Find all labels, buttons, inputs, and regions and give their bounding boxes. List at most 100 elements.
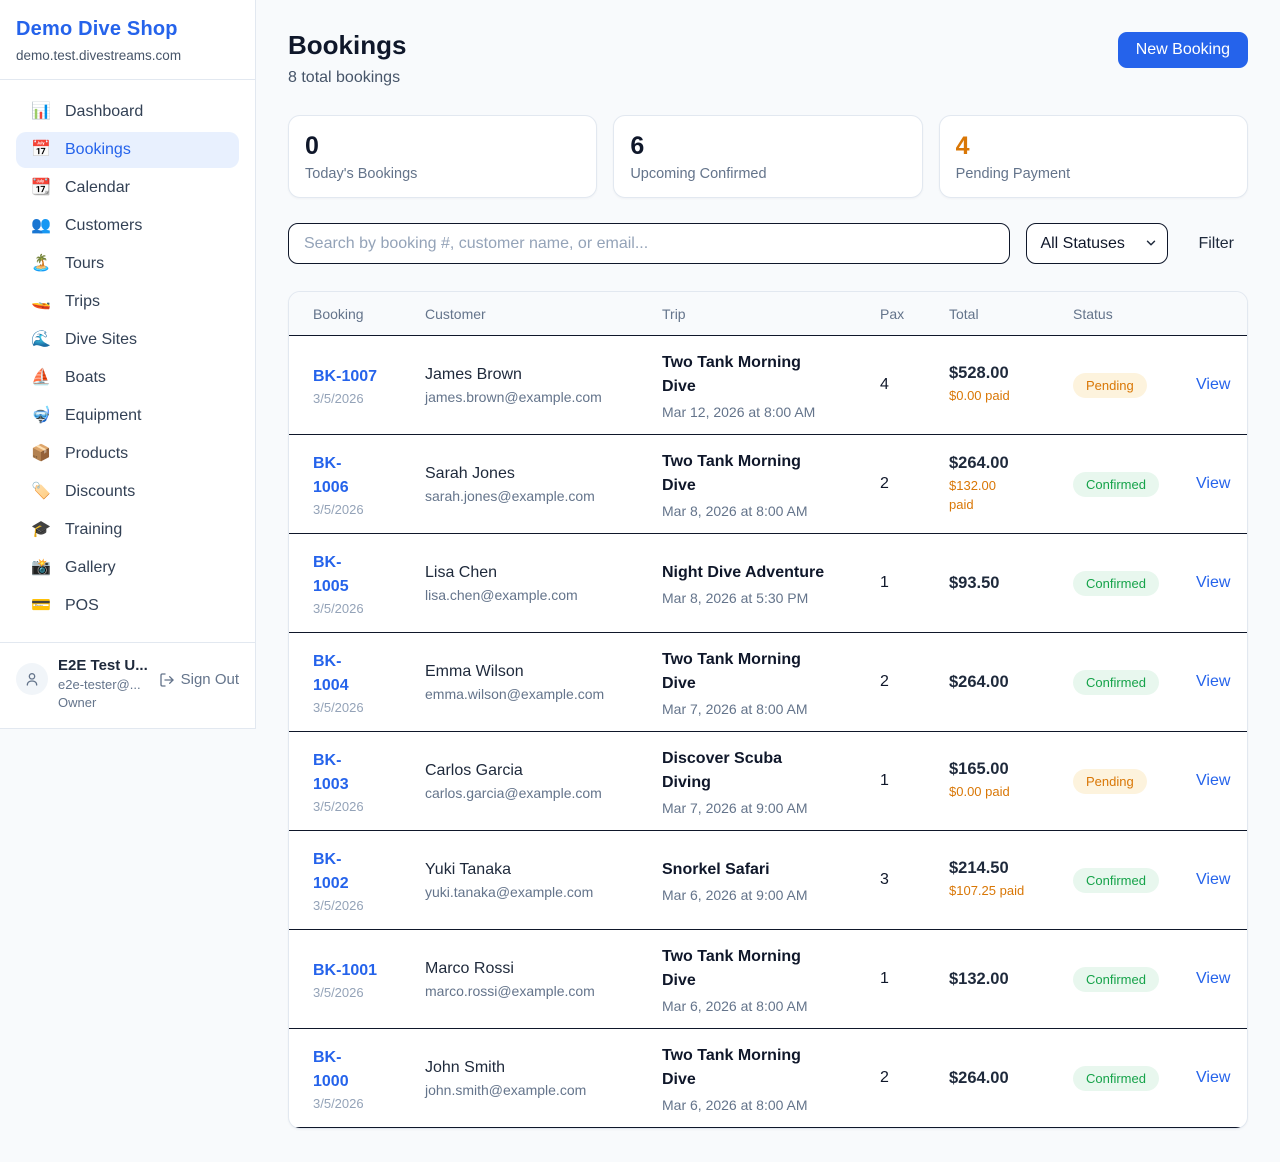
- trip-cell: Night Dive Adventure Mar 8, 2026 at 5:30…: [662, 561, 880, 606]
- people-icon: 👥: [30, 218, 52, 234]
- total-amount: $132.00: [949, 970, 1061, 989]
- view-link[interactable]: View: [1196, 475, 1230, 493]
- sidebar-item-label: Boats: [65, 369, 106, 387]
- view-link[interactable]: View: [1196, 574, 1230, 592]
- trip-datetime: Mar 8, 2026 at 5:30 PM: [662, 590, 868, 606]
- sidebar-nav: 📊 Dashboard 📅 Bookings 📆 Calendar 👥 Cust…: [0, 80, 255, 636]
- booking-id-link[interactable]: BK- 1006: [313, 452, 349, 500]
- trip-cell: Snorkel Safari Mar 6, 2026 at 9:00 AM: [662, 858, 880, 903]
- sidebar-item-tours[interactable]: 🏝️ Tours: [16, 246, 239, 282]
- view-link[interactable]: View: [1196, 871, 1230, 889]
- table-row: BK-1007 3/5/2026 James Brown james.brown…: [289, 336, 1247, 435]
- trip-cell: Two Tank Morning Dive Mar 7, 2026 at 8:0…: [662, 648, 880, 717]
- booking-id-link[interactable]: BK- 1000: [313, 1046, 349, 1094]
- sidebar-item-dive-sites[interactable]: 🌊 Dive Sites: [16, 322, 239, 358]
- sidebar-item-label: Tours: [65, 255, 104, 273]
- sidebar-item-equipment[interactable]: 🤿 Equipment: [16, 398, 239, 434]
- total-cell: $264.00 $132.00 paid: [949, 454, 1073, 515]
- sidebar-item-products[interactable]: 📦 Products: [16, 436, 239, 472]
- sidebar-item-dashboard[interactable]: 📊 Dashboard: [16, 94, 239, 130]
- customer-cell: Yuki Tanaka yuki.tanaka@example.com: [425, 861, 662, 900]
- trip-name: Snorkel Safari: [662, 858, 868, 882]
- booking-id-link[interactable]: BK- 1003: [313, 749, 349, 797]
- credit-card-icon: 💳: [30, 598, 52, 614]
- total-amount: $528.00: [949, 364, 1061, 383]
- trip-name: Two Tank Morning Dive: [662, 1044, 868, 1092]
- sidebar-item-pos[interactable]: 💳 POS: [16, 588, 239, 624]
- total-cell: $132.00: [949, 970, 1073, 989]
- speedboat-icon: 🚤: [30, 294, 52, 310]
- view-link[interactable]: View: [1196, 673, 1230, 691]
- booking-id-link[interactable]: BK- 1005: [313, 551, 349, 599]
- page-header: Bookings 8 total bookings New Booking: [288, 30, 1248, 87]
- paid-amount: $0.00 paid: [949, 783, 1061, 802]
- island-icon: 🏝️: [30, 256, 52, 272]
- package-icon: 📦: [30, 446, 52, 462]
- status-badge: Pending: [1073, 769, 1147, 794]
- sidebar-item-label: Discounts: [65, 483, 135, 501]
- bookings-table: Booking Customer Trip Pax Total Status B…: [288, 291, 1248, 1129]
- customer-cell: Lisa Chen lisa.chen@example.com: [425, 564, 662, 603]
- customer-email: lisa.chen@example.com: [425, 587, 650, 603]
- sidebar-item-trips[interactable]: 🚤 Trips: [16, 284, 239, 320]
- trip-datetime: Mar 8, 2026 at 8:00 AM: [662, 503, 868, 519]
- view-link[interactable]: View: [1196, 970, 1230, 988]
- column-header-trip: Trip: [662, 306, 880, 322]
- column-header-total: Total: [949, 306, 1073, 322]
- trip-name: Two Tank Morning Dive: [662, 648, 868, 696]
- pax-count: 3: [880, 871, 949, 889]
- status-badge: Confirmed: [1073, 1066, 1159, 1091]
- booking-cell: BK- 1002 3/5/2026: [313, 848, 425, 913]
- search-input[interactable]: [288, 223, 1010, 264]
- booking-cell: BK- 1005 3/5/2026: [313, 551, 425, 616]
- sidebar-item-calendar[interactable]: 📆 Calendar: [16, 170, 239, 206]
- sidebar-item-customers[interactable]: 👥 Customers: [16, 208, 239, 244]
- trip-name: Discover Scuba Diving: [662, 747, 868, 795]
- sidebar-item-gallery[interactable]: 📸 Gallery: [16, 550, 239, 586]
- brand-name: Demo Dive Shop: [16, 18, 239, 41]
- trip-cell: Discover Scuba Diving Mar 7, 2026 at 9:0…: [662, 747, 880, 816]
- trip-cell: Two Tank Morning Dive Mar 12, 2026 at 8:…: [662, 351, 880, 420]
- user-meta: E2E Test U... e2e-tester@... Owner: [58, 657, 149, 710]
- booking-id-link[interactable]: BK-1001: [313, 959, 377, 983]
- pax-count: 1: [880, 574, 949, 592]
- view-link[interactable]: View: [1196, 376, 1230, 394]
- booking-cell: BK-1007 3/5/2026: [313, 365, 425, 406]
- status-filter-select[interactable]: All Statuses: [1026, 223, 1168, 264]
- customer-cell: Emma Wilson emma.wilson@example.com: [425, 663, 662, 702]
- status-badge: Confirmed: [1073, 571, 1159, 596]
- booking-id-link[interactable]: BK- 1002: [313, 848, 349, 896]
- customer-email: sarah.jones@example.com: [425, 488, 650, 504]
- trip-name: Two Tank Morning Dive: [662, 351, 868, 399]
- sidebar-item-boats[interactable]: ⛵ Boats: [16, 360, 239, 396]
- booking-date: 3/5/2026: [313, 700, 413, 715]
- customer-cell: Carlos Garcia carlos.garcia@example.com: [425, 762, 662, 801]
- sign-out-button[interactable]: Sign Out: [159, 671, 239, 688]
- new-booking-button[interactable]: New Booking: [1118, 32, 1248, 68]
- sidebar-item-bookings[interactable]: 📅 Bookings: [16, 132, 239, 168]
- graduation-cap-icon: 🎓: [30, 522, 52, 538]
- status-badge: Pending: [1073, 373, 1147, 398]
- status-badge: Confirmed: [1073, 472, 1159, 497]
- user-role: Owner: [58, 695, 149, 710]
- sidebar-item-label: Products: [65, 445, 128, 463]
- booking-date: 3/5/2026: [313, 985, 413, 1000]
- pax-count: 2: [880, 673, 949, 691]
- filter-button[interactable]: Filter: [1184, 235, 1248, 253]
- view-link[interactable]: View: [1196, 1069, 1230, 1087]
- brand-block: Demo Dive Shop demo.test.divestreams.com: [0, 0, 255, 80]
- status-badge: Confirmed: [1073, 967, 1159, 992]
- sidebar-item-label: Equipment: [65, 407, 142, 425]
- table-row: BK- 1002 3/5/2026 Yuki Tanaka yuki.tanak…: [289, 831, 1247, 930]
- view-link[interactable]: View: [1196, 772, 1230, 790]
- pax-count: 1: [880, 772, 949, 790]
- booking-id-link[interactable]: BK-1007: [313, 365, 377, 389]
- column-header-customer: Customer: [425, 306, 662, 322]
- sidebar-item-training[interactable]: 🎓 Training: [16, 512, 239, 548]
- booking-id-link[interactable]: BK- 1004: [313, 650, 349, 698]
- trip-name: Two Tank Morning Dive: [662, 945, 868, 993]
- sidebar-item-discounts[interactable]: 🏷️ Discounts: [16, 474, 239, 510]
- stat-label: Today's Bookings: [305, 166, 580, 182]
- booking-date: 3/5/2026: [313, 898, 413, 913]
- table-row: BK-1001 3/5/2026 Marco Rossi marco.rossi…: [289, 930, 1247, 1029]
